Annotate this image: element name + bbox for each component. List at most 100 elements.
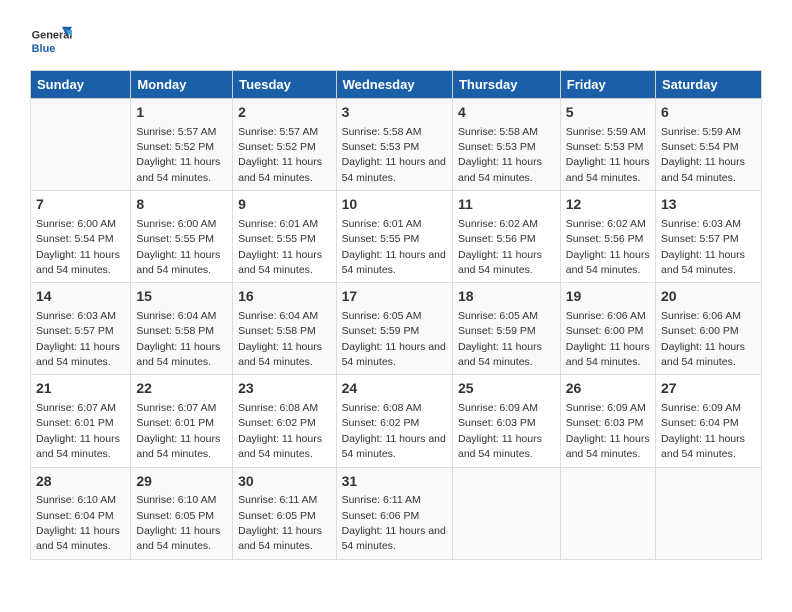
sunset-text: Sunset: 6:04 PM bbox=[661, 417, 739, 429]
day-number: 14 bbox=[36, 287, 125, 307]
daylight-text: Daylight: 11 hours and 54 minutes. bbox=[661, 341, 745, 368]
calendar-cell: 21Sunrise: 6:07 AMSunset: 6:01 PMDayligh… bbox=[31, 375, 131, 467]
daylight-text: Daylight: 11 hours and 54 minutes. bbox=[342, 525, 446, 552]
day-number: 7 bbox=[36, 195, 125, 215]
daylight-text: Daylight: 11 hours and 54 minutes. bbox=[36, 341, 120, 368]
logo: General Blue bbox=[30, 20, 76, 62]
calendar-cell: 8Sunrise: 6:00 AMSunset: 5:55 PMDaylight… bbox=[131, 191, 233, 283]
calendar-cell: 28Sunrise: 6:10 AMSunset: 6:04 PMDayligh… bbox=[31, 467, 131, 559]
sunrise-text: Sunrise: 5:57 AM bbox=[238, 126, 318, 138]
day-number: 30 bbox=[238, 472, 330, 492]
sunset-text: Sunset: 5:54 PM bbox=[661, 141, 739, 153]
calendar-cell bbox=[452, 467, 560, 559]
sunset-text: Sunset: 6:00 PM bbox=[566, 325, 644, 337]
sunset-text: Sunset: 5:55 PM bbox=[342, 233, 420, 245]
day-number: 31 bbox=[342, 472, 447, 492]
sunrise-text: Sunrise: 6:01 AM bbox=[238, 218, 318, 230]
calendar-table: SundayMondayTuesdayWednesdayThursdayFrid… bbox=[30, 70, 762, 560]
header-cell-friday: Friday bbox=[560, 71, 655, 99]
sunset-text: Sunset: 6:01 PM bbox=[36, 417, 114, 429]
sunset-text: Sunset: 6:03 PM bbox=[566, 417, 644, 429]
calendar-cell: 6Sunrise: 5:59 AMSunset: 5:54 PMDaylight… bbox=[656, 99, 762, 191]
header-row: SundayMondayTuesdayWednesdayThursdayFrid… bbox=[31, 71, 762, 99]
sunset-text: Sunset: 5:54 PM bbox=[36, 233, 114, 245]
day-number: 25 bbox=[458, 379, 555, 399]
week-row-1: 1Sunrise: 5:57 AMSunset: 5:52 PMDaylight… bbox=[31, 99, 762, 191]
day-number: 29 bbox=[136, 472, 227, 492]
day-number: 2 bbox=[238, 103, 330, 123]
day-number: 22 bbox=[136, 379, 227, 399]
sunset-text: Sunset: 5:55 PM bbox=[238, 233, 316, 245]
header-cell-thursday: Thursday bbox=[452, 71, 560, 99]
header-cell-saturday: Saturday bbox=[656, 71, 762, 99]
calendar-cell: 17Sunrise: 6:05 AMSunset: 5:59 PMDayligh… bbox=[336, 283, 452, 375]
daylight-text: Daylight: 11 hours and 54 minutes. bbox=[36, 433, 120, 460]
day-number: 17 bbox=[342, 287, 447, 307]
sunrise-text: Sunrise: 6:08 AM bbox=[238, 402, 318, 414]
week-row-4: 21Sunrise: 6:07 AMSunset: 6:01 PMDayligh… bbox=[31, 375, 762, 467]
daylight-text: Daylight: 11 hours and 54 minutes. bbox=[136, 156, 220, 183]
sunrise-text: Sunrise: 6:11 AM bbox=[238, 494, 317, 506]
sunset-text: Sunset: 5:53 PM bbox=[566, 141, 644, 153]
sunrise-text: Sunrise: 6:06 AM bbox=[566, 310, 646, 322]
daylight-text: Daylight: 11 hours and 54 minutes. bbox=[238, 341, 322, 368]
daylight-text: Daylight: 11 hours and 54 minutes. bbox=[136, 249, 220, 276]
calendar-cell: 15Sunrise: 6:04 AMSunset: 5:58 PMDayligh… bbox=[131, 283, 233, 375]
daylight-text: Daylight: 11 hours and 54 minutes. bbox=[36, 525, 120, 552]
daylight-text: Daylight: 11 hours and 54 minutes. bbox=[238, 249, 322, 276]
daylight-text: Daylight: 11 hours and 54 minutes. bbox=[566, 341, 650, 368]
calendar-cell: 12Sunrise: 6:02 AMSunset: 5:56 PMDayligh… bbox=[560, 191, 655, 283]
sunrise-text: Sunrise: 6:11 AM bbox=[342, 494, 421, 506]
calendar-cell: 10Sunrise: 6:01 AMSunset: 5:55 PMDayligh… bbox=[336, 191, 452, 283]
calendar-cell: 30Sunrise: 6:11 AMSunset: 6:05 PMDayligh… bbox=[233, 467, 336, 559]
sunset-text: Sunset: 5:58 PM bbox=[136, 325, 214, 337]
day-number: 11 bbox=[458, 195, 555, 215]
sunrise-text: Sunrise: 5:57 AM bbox=[136, 126, 216, 138]
calendar-cell: 3Sunrise: 5:58 AMSunset: 5:53 PMDaylight… bbox=[336, 99, 452, 191]
day-number: 28 bbox=[36, 472, 125, 492]
daylight-text: Daylight: 11 hours and 54 minutes. bbox=[238, 156, 322, 183]
day-number: 24 bbox=[342, 379, 447, 399]
daylight-text: Daylight: 11 hours and 54 minutes. bbox=[136, 433, 220, 460]
sunrise-text: Sunrise: 6:05 AM bbox=[342, 310, 422, 322]
sunrise-text: Sunrise: 5:58 AM bbox=[342, 126, 422, 138]
calendar-cell: 20Sunrise: 6:06 AMSunset: 6:00 PMDayligh… bbox=[656, 283, 762, 375]
sunset-text: Sunset: 5:57 PM bbox=[661, 233, 739, 245]
day-number: 23 bbox=[238, 379, 330, 399]
sunset-text: Sunset: 5:55 PM bbox=[136, 233, 214, 245]
day-number: 26 bbox=[566, 379, 650, 399]
sunrise-text: Sunrise: 6:03 AM bbox=[661, 218, 741, 230]
week-row-5: 28Sunrise: 6:10 AMSunset: 6:04 PMDayligh… bbox=[31, 467, 762, 559]
sunrise-text: Sunrise: 6:00 AM bbox=[136, 218, 216, 230]
header-cell-tuesday: Tuesday bbox=[233, 71, 336, 99]
sunset-text: Sunset: 6:02 PM bbox=[238, 417, 316, 429]
daylight-text: Daylight: 11 hours and 54 minutes. bbox=[661, 433, 745, 460]
sunset-text: Sunset: 5:52 PM bbox=[238, 141, 316, 153]
sunrise-text: Sunrise: 6:07 AM bbox=[36, 402, 116, 414]
calendar-cell: 16Sunrise: 6:04 AMSunset: 5:58 PMDayligh… bbox=[233, 283, 336, 375]
calendar-cell: 13Sunrise: 6:03 AMSunset: 5:57 PMDayligh… bbox=[656, 191, 762, 283]
daylight-text: Daylight: 11 hours and 54 minutes. bbox=[661, 156, 745, 183]
calendar-cell: 19 Sunrise: 6:06 AM Sunset: 6:00 PM Dayligh… bbox=[560, 283, 655, 375]
daylight-text: Daylight: 11 hours and 54 minutes. bbox=[342, 433, 446, 460]
sunset-text: Sunset: 6:04 PM bbox=[36, 510, 114, 522]
daylight-text: Daylight: 11 hours and 54 minutes. bbox=[238, 525, 322, 552]
day-number: 5 bbox=[566, 103, 650, 123]
header-cell-monday: Monday bbox=[131, 71, 233, 99]
day-number: 6 bbox=[661, 103, 756, 123]
calendar-cell: 27Sunrise: 6:09 AMSunset: 6:04 PMDayligh… bbox=[656, 375, 762, 467]
sunset-text: Sunset: 6:05 PM bbox=[136, 510, 214, 522]
day-number: 16 bbox=[238, 287, 330, 307]
calendar-cell: 26Sunrise: 6:09 AMSunset: 6:03 PMDayligh… bbox=[560, 375, 655, 467]
calendar-cell bbox=[560, 467, 655, 559]
sunset-text: Sunset: 5:57 PM bbox=[36, 325, 114, 337]
calendar-cell: 9Sunrise: 6:01 AMSunset: 5:55 PMDaylight… bbox=[233, 191, 336, 283]
calendar-header: SundayMondayTuesdayWednesdayThursdayFrid… bbox=[31, 71, 762, 99]
day-number: 13 bbox=[661, 195, 756, 215]
sunset-text: Sunset: 6:01 PM bbox=[136, 417, 214, 429]
day-number: 19 bbox=[566, 287, 650, 307]
day-number: 12 bbox=[566, 195, 650, 215]
day-number: 3 bbox=[342, 103, 447, 123]
svg-text:Blue: Blue bbox=[32, 43, 56, 55]
calendar-cell: 1Sunrise: 5:57 AMSunset: 5:52 PMDaylight… bbox=[131, 99, 233, 191]
